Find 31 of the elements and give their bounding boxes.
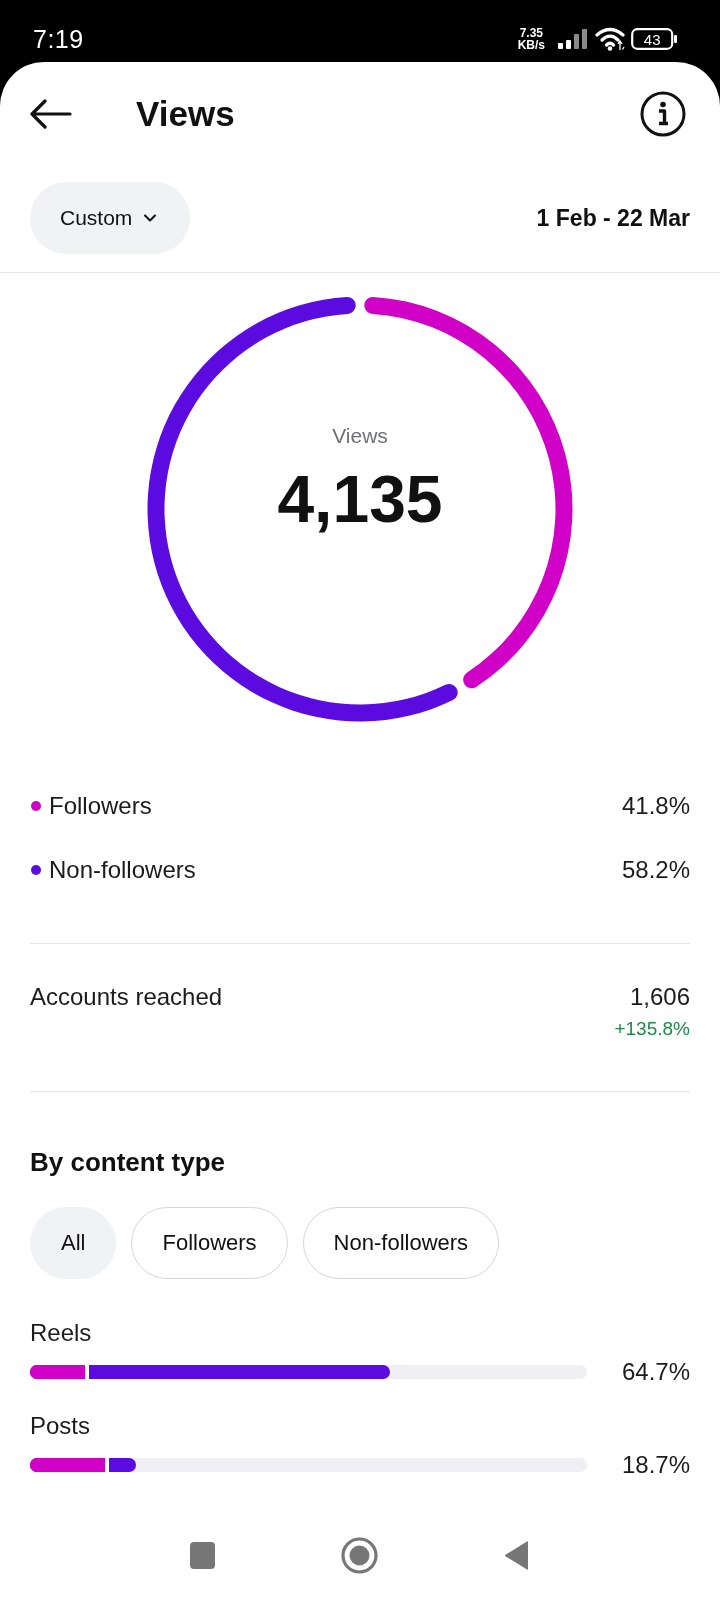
arrow-left-icon[interactable] — [30, 98, 72, 129]
legend-label: Followers — [49, 792, 152, 820]
signal-icon — [557, 28, 589, 50]
square-icon[interactable] — [190, 1541, 215, 1569]
circle-icon[interactable] — [341, 1536, 378, 1574]
legend-value: 58.2% — [621, 856, 690, 884]
filter-chip[interactable]: Followers — [131, 1207, 288, 1279]
triangle-left-icon[interactable] — [504, 1540, 529, 1570]
content-type-label: Reels — [30, 1318, 92, 1348]
page-title: Views — [136, 93, 235, 134]
chart-center-label: Views — [332, 423, 388, 449]
battery-indicator: 43 — [631, 27, 678, 51]
date-range: 1 Feb - 22 Mar — [536, 204, 690, 232]
filter-chip[interactable]: All — [30, 1207, 117, 1279]
status-time: 7:19 — [33, 24, 84, 54]
info-icon[interactable] — [640, 90, 686, 137]
wifi-icon — [595, 27, 625, 51]
network-speed-unit: KB/s — [517, 39, 545, 51]
content-type-label: Posts — [30, 1411, 91, 1441]
content-type-share: 18.7% — [621, 1451, 690, 1479]
accounts-reached-label: Accounts reached — [30, 982, 223, 1012]
views-total: 4,135 — [277, 461, 443, 537]
network-speed-value: 7.35 — [519, 27, 543, 39]
period-dropdown[interactable]: Custom — [30, 182, 191, 254]
legend-label: Non-followers — [49, 856, 196, 884]
accounts-reached-change: +135.8% — [614, 1017, 690, 1041]
legend-value: 41.8% — [621, 792, 690, 820]
section-title: By content type — [30, 1147, 226, 1177]
filter-chip[interactable]: Non-followers — [302, 1207, 500, 1279]
accounts-reached-value: 1,606 — [629, 982, 690, 1012]
content-type-share: 64.7% — [621, 1358, 690, 1386]
